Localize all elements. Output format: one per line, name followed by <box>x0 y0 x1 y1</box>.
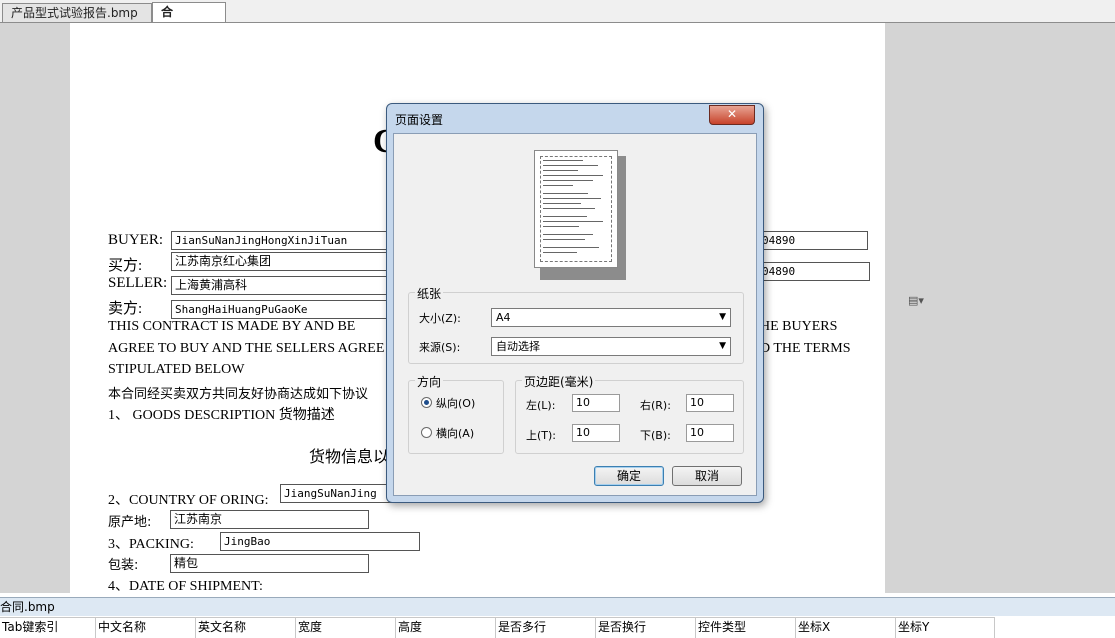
column-header[interactable]: 英文名称 <box>196 618 296 638</box>
preview-line <box>543 208 595 209</box>
cancel-button[interactable]: 取消 <box>672 466 742 486</box>
preview-line <box>543 203 581 204</box>
buyer-label: BUYER: <box>108 232 164 248</box>
preview-line <box>543 216 587 217</box>
chevron-down-icon: ▼ <box>719 341 726 351</box>
preview-line <box>543 239 585 240</box>
preview-line <box>543 165 598 166</box>
seller-cn-field[interactable]: ShangHaiHuangPuGaoKe <box>171 300 401 319</box>
preview-line <box>543 170 578 171</box>
top-margin-input[interactable]: 10 <box>572 424 620 442</box>
column-header[interactable]: 控件类型 <box>696 618 796 638</box>
margins-group: 页边距(毫米) 左(L): 10 右(R): 10 上(T): 10 下(B):… <box>515 373 744 454</box>
para-line2-right: D THE TERMS <box>760 341 851 356</box>
right-field-1[interactable]: 04890 <box>758 231 868 250</box>
preview-line <box>543 175 603 176</box>
para-line1-right: HE BUYERS <box>760 319 838 334</box>
bottom-margin-label: 下(B): <box>640 429 671 442</box>
page-preview <box>534 150 618 268</box>
dialog-close-button[interactable]: ✕ <box>709 105 755 125</box>
column-header[interactable]: Tab键索引 <box>0 618 96 638</box>
seller-cn-label: 卖方: <box>108 301 143 317</box>
column-header[interactable]: 高度 <box>396 618 496 638</box>
para-line1-left: THIS CONTRACT IS MADE BY AND BE <box>108 319 356 334</box>
paper-size-value: A4 <box>496 311 511 324</box>
panel-title-text: 合同.bmp <box>0 600 55 614</box>
margins-group-title: 页边距(毫米) <box>522 373 596 390</box>
tab-product-report[interactable]: 产品型式试验报告.bmp <box>2 3 152 22</box>
paper-size-select[interactable]: A4 ▼ <box>491 308 731 327</box>
left-margin-input[interactable]: 10 <box>572 394 620 412</box>
close-icon: ✕ <box>726 107 738 121</box>
landscape-label[interactable]: 横向(A) <box>436 425 474 441</box>
column-header[interactable]: 坐标X <box>796 618 896 638</box>
buyer-cn-label: 买方: <box>108 258 143 274</box>
paper-source-select[interactable]: 自动选择 ▼ <box>491 337 731 356</box>
left-margin-label: 左(L): <box>526 399 556 412</box>
goods-info-text: 货物信息以 <box>309 447 390 466</box>
preview-line <box>543 221 603 222</box>
portrait-label[interactable]: 纵向(O) <box>436 395 475 411</box>
section-goods-description: 1、 GOODS DESCRIPTION 货物描述 <box>108 408 335 423</box>
column-header[interactable]: 中文名称 <box>96 618 196 638</box>
document-tab-bar: 产品型式试验报告.bmp 合同.bmp <box>0 0 1115 37</box>
preview-line <box>543 247 599 248</box>
column-header[interactable]: 坐标Y <box>896 618 995 638</box>
column-header[interactable]: 是否多行 <box>496 618 596 638</box>
preview-line <box>543 193 588 194</box>
orientation-group: 方向 纵向(O) 横向(A) <box>408 373 504 454</box>
bottom-margin-input[interactable]: 10 <box>686 424 734 442</box>
ok-button[interactable]: 确定 <box>594 466 664 486</box>
column-header[interactable]: 宽度 <box>296 618 396 638</box>
tab-contract[interactable]: 合同.bmp <box>152 2 226 37</box>
packing-field[interactable]: JingBao <box>220 532 420 551</box>
preview-line <box>543 226 579 227</box>
landscape-radio[interactable] <box>421 427 432 438</box>
right-margin-input[interactable]: 10 <box>686 394 734 412</box>
properties-panel-title: 合同.bmp <box>0 597 1115 616</box>
page-setup-dialog: 页面设置 ✕ 纸张 大小(Z): A4 ▼ 来源(S): 自动选择 ▼ 方向 纵… <box>386 103 764 503</box>
preview-line <box>543 160 583 161</box>
preview-line <box>543 234 593 235</box>
dialog-body: 纸张 大小(Z): A4 ▼ 来源(S): 自动选择 ▼ 方向 纵向(O) 横向… <box>393 133 757 496</box>
para-line3: STIPULATED BELOW <box>108 362 245 377</box>
top-margin-label: 上(T): <box>526 429 557 442</box>
preview-line <box>543 252 577 253</box>
date-picker-icon[interactable]: ▤▾ <box>908 294 938 314</box>
packing-cn-field[interactable]: 精包 <box>170 554 369 573</box>
paper-source-value: 自动选择 <box>496 340 540 353</box>
preview-margin-box <box>540 156 612 262</box>
source-label: 来源(S): <box>419 341 461 354</box>
orientation-group-title: 方向 <box>415 373 444 390</box>
dialog-title: 页面设置 <box>395 113 444 127</box>
preview-line <box>543 198 601 199</box>
portrait-radio[interactable] <box>421 397 432 408</box>
properties-grid-header: Tab键索引 中文名称 英文名称 宽度 高度 是否多行 是否换行 控件类型 坐标… <box>0 617 995 638</box>
size-label: 大小(Z): <box>419 312 461 325</box>
seller-label: SELLER: <box>108 275 168 291</box>
seller-field[interactable]: 上海黄浦高科 <box>171 276 401 295</box>
chevron-down-icon: ▼ <box>719 312 726 322</box>
origin-cn-label: 原产地: <box>108 515 152 530</box>
preview-line <box>543 185 573 186</box>
preview-line <box>543 180 593 181</box>
packing-cn-label: 包装: <box>108 558 139 573</box>
buyer-cn-field[interactable]: 江苏南京红心集团 <box>171 252 401 271</box>
para-line2-left: AGREE TO BUY AND THE SELLERS AGREE <box>108 341 385 356</box>
section-packing: 3、PACKING: <box>108 537 194 552</box>
cn-paragraph: 本合同经买卖双方共同友好协商达成如下协议 <box>108 387 369 402</box>
right-margin-label: 右(R): <box>640 399 671 412</box>
buyer-field[interactable]: JianSuNanJingHongXinJiTuan <box>171 231 401 250</box>
right-field-2[interactable]: 04890 <box>758 262 870 281</box>
paper-group-title: 纸张 <box>415 285 444 302</box>
section-date-of-shipment: 4、DATE OF SHIPMENT: <box>108 579 263 593</box>
section-country-of-origin: 2、COUNTRY OF ORING: <box>108 493 269 508</box>
origin-cn-field[interactable]: 江苏南京 <box>170 510 369 529</box>
column-header[interactable]: 是否换行 <box>596 618 696 638</box>
paper-group: 纸张 大小(Z): A4 ▼ 来源(S): 自动选择 ▼ <box>408 285 744 364</box>
